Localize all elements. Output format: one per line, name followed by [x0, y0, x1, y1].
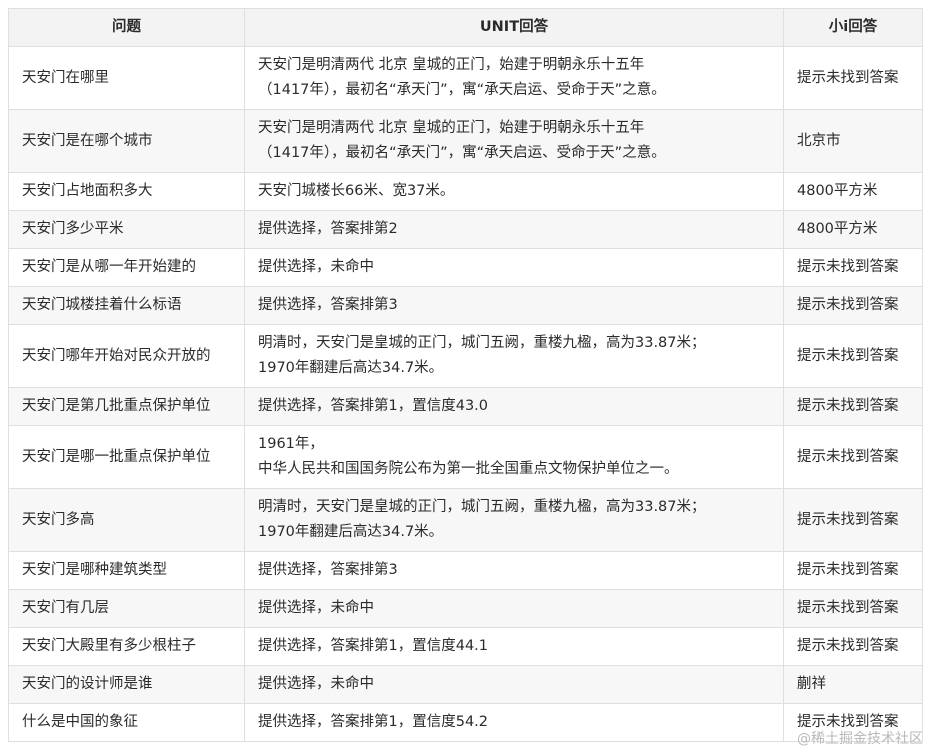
xiaoi-answer-cell: 提示未找到答案: [783, 387, 923, 426]
unit-answer-line: 明清时，天安门是皇城的正门，城门五阙，重楼九楹，高为33.87米；: [258, 335, 706, 351]
question-cell: 天安门是哪一批重点保护单位: [8, 425, 245, 489]
xiaoi-answer-cell: 提示未找到答案: [783, 425, 923, 489]
unit-answer-cell: 天安门城楼长66米、宽37米。: [244, 172, 784, 211]
qa-comparison-table: 问题 UNIT回答 小i回答 天安门在哪里 天安门是明清两代 北京 皇城的正门，始…: [8, 8, 923, 742]
table-row: 天安门是哪一批重点保护单位 1961年， 中华人民共和国国务院公布为第一批全国重点文…: [8, 425, 923, 489]
question-cell: 天安门大殿里有多少根柱子: [8, 627, 245, 666]
unit-answer-line: 1970年翻建后高达34.7米。: [258, 524, 444, 540]
unit-answer-line: 提供选择，答案排第2: [258, 221, 398, 237]
table-row: 天安门是哪种建筑类型 提供选择，答案排第3 提示未找到答案: [8, 551, 923, 590]
unit-answer-line: 提供选择，答案排第3: [258, 562, 398, 578]
unit-answer-cell: 提供选择，未命中: [244, 248, 784, 287]
unit-answer-line: 1970年翻建后高达34.7米。: [258, 360, 444, 376]
question-cell: 天安门是从哪一年开始建的: [8, 248, 245, 287]
question-cell: 什么是中国的象征: [8, 703, 245, 742]
table-row: 天安门占地面积多大 天安门城楼长66米、宽37米。 4800平方米: [8, 172, 923, 211]
unit-answer-cell: 1961年， 中华人民共和国国务院公布为第一批全国重点文物保护单位之一。: [244, 425, 784, 489]
question-cell: 天安门占地面积多大: [8, 172, 245, 211]
unit-answer-cell: 明清时，天安门是皇城的正门，城门五阙，重楼九楹，高为33.87米； 1970年翻建…: [244, 324, 784, 388]
table-body: 天安门在哪里 天安门是明清两代 北京 皇城的正门，始建于明朝永乐十五年 （1417年…: [8, 46, 923, 742]
unit-answer-cell: 提供选择，答案排第1，置信度44.1: [244, 627, 784, 666]
question-cell: 天安门是在哪个城市: [8, 109, 245, 173]
table-row: 天安门多少平米 提供选择，答案排第2 4800平方米: [8, 210, 923, 249]
unit-answer-cell: 提供选择，答案排第3: [244, 551, 784, 590]
unit-answer-cell: 天安门是明清两代 北京 皇城的正门，始建于明朝永乐十五年 （1417年），最初名“…: [244, 109, 784, 173]
xiaoi-answer-cell: 提示未找到答案: [783, 46, 923, 110]
unit-answer-line: 提供选择，未命中: [258, 600, 374, 616]
xiaoi-answer-cell: 提示未找到答案: [783, 286, 923, 325]
unit-answer-cell: 提供选择，答案排第2: [244, 210, 784, 249]
header-question: 问题: [8, 8, 245, 47]
unit-answer-cell: 提供选择，答案排第1，置信度54.2: [244, 703, 784, 742]
xiaoi-answer-cell: 提示未找到答案: [783, 248, 923, 287]
table-row: 天安门大殿里有多少根柱子 提供选择，答案排第1，置信度44.1 提示未找到答案: [8, 627, 923, 666]
question-cell: 天安门是第几批重点保护单位: [8, 387, 245, 426]
unit-answer-line: 提供选择，答案排第1，置信度44.1: [258, 638, 489, 654]
table-row: 天安门是在哪个城市 天安门是明清两代 北京 皇城的正门，始建于明朝永乐十五年 （14…: [8, 109, 923, 173]
table-row: 什么是中国的象征 提供选择，答案排第1，置信度54.2 提示未找到答案: [8, 703, 923, 742]
xiaoi-answer-cell: 4800平方米: [783, 210, 923, 249]
table-row: 天安门城楼挂着什么标语 提供选择，答案排第3 提示未找到答案: [8, 286, 923, 325]
unit-answer-line: 提供选择，答案排第1，置信度43.0: [258, 398, 489, 414]
header-xiaoi-answer: 小i回答: [783, 8, 923, 47]
unit-answer-line: 1961年，: [258, 436, 324, 452]
xiaoi-answer-cell: 提示未找到答案: [783, 627, 923, 666]
unit-answer-line: 提供选择，未命中: [258, 676, 374, 692]
question-cell: 天安门是哪种建筑类型: [8, 551, 245, 590]
table-row: 天安门多高 明清时，天安门是皇城的正门，城门五阙，重楼九楹，高为33.87米； 19…: [8, 488, 923, 552]
table-row: 天安门有几层 提供选择，未命中 提示未找到答案: [8, 589, 923, 628]
unit-answer-line: 天安门是明清两代 北京 皇城的正门，始建于明朝永乐十五年: [258, 57, 645, 73]
unit-answer-line: 天安门是明清两代 北京 皇城的正门，始建于明朝永乐十五年: [258, 120, 645, 136]
unit-answer-cell: 提供选择，未命中: [244, 665, 784, 704]
xiaoi-answer-cell: 蒯祥: [783, 665, 923, 704]
table-header-row: 问题 UNIT回答 小i回答: [8, 8, 923, 47]
unit-answer-cell: 提供选择，答案排第3: [244, 286, 784, 325]
unit-answer-line: （1417年），最初名“承天门”，寓“承天启运、受命于天”之意。: [258, 82, 666, 98]
question-cell: 天安门在哪里: [8, 46, 245, 110]
unit-answer-line: 提供选择，答案排第1，置信度54.2: [258, 714, 489, 730]
question-cell: 天安门的设计师是谁: [8, 665, 245, 704]
table-row: 天安门哪年开始对民众开放的 明清时，天安门是皇城的正门，城门五阙，重楼九楹，高为3…: [8, 324, 923, 388]
table-row: 天安门的设计师是谁 提供选择，未命中 蒯祥: [8, 665, 923, 704]
question-cell: 天安门城楼挂着什么标语: [8, 286, 245, 325]
unit-answer-line: 提供选择，答案排第3: [258, 297, 398, 313]
unit-answer-line: 天安门城楼长66米、宽37米。: [258, 183, 455, 199]
question-cell: 天安门多少平米: [8, 210, 245, 249]
xiaoi-answer-cell: 提示未找到答案: [783, 589, 923, 628]
header-unit-answer: UNIT回答: [244, 8, 784, 47]
xiaoi-answer-cell: 提示未找到答案: [783, 324, 923, 388]
xiaoi-answer-cell: 4800平方米: [783, 172, 923, 211]
unit-answer-cell: 明清时，天安门是皇城的正门，城门五阙，重楼九楹，高为33.87米； 1970年翻建…: [244, 488, 784, 552]
question-cell: 天安门多高: [8, 488, 245, 552]
unit-answer-cell: 提供选择，答案排第1，置信度43.0: [244, 387, 784, 426]
unit-answer-line: 明清时，天安门是皇城的正门，城门五阙，重楼九楹，高为33.87米；: [258, 499, 706, 515]
question-cell: 天安门哪年开始对民众开放的: [8, 324, 245, 388]
unit-answer-cell: 天安门是明清两代 北京 皇城的正门，始建于明朝永乐十五年 （1417年），最初名“…: [244, 46, 784, 110]
watermark: @稀土掘金技术社区: [797, 731, 923, 747]
unit-answer-line: （1417年），最初名“承天门”，寓“承天启运、受命于天”之意。: [258, 145, 666, 161]
table-row: 天安门是从哪一年开始建的 提供选择，未命中 提示未找到答案: [8, 248, 923, 287]
xiaoi-answer-cell: 北京市: [783, 109, 923, 173]
question-cell: 天安门有几层: [8, 589, 245, 628]
xiaoi-answer-cell: 提示未找到答案: [783, 488, 923, 552]
unit-answer-line: 中华人民共和国国务院公布为第一批全国重点文物保护单位之一。: [258, 461, 679, 477]
table-row: 天安门在哪里 天安门是明清两代 北京 皇城的正门，始建于明朝永乐十五年 （1417年…: [8, 46, 923, 110]
unit-answer-cell: 提供选择，未命中: [244, 589, 784, 628]
unit-answer-line: 提供选择，未命中: [258, 259, 374, 275]
table-row: 天安门是第几批重点保护单位 提供选择，答案排第1，置信度43.0 提示未找到答案: [8, 387, 923, 426]
xiaoi-answer-cell: 提示未找到答案: [783, 551, 923, 590]
